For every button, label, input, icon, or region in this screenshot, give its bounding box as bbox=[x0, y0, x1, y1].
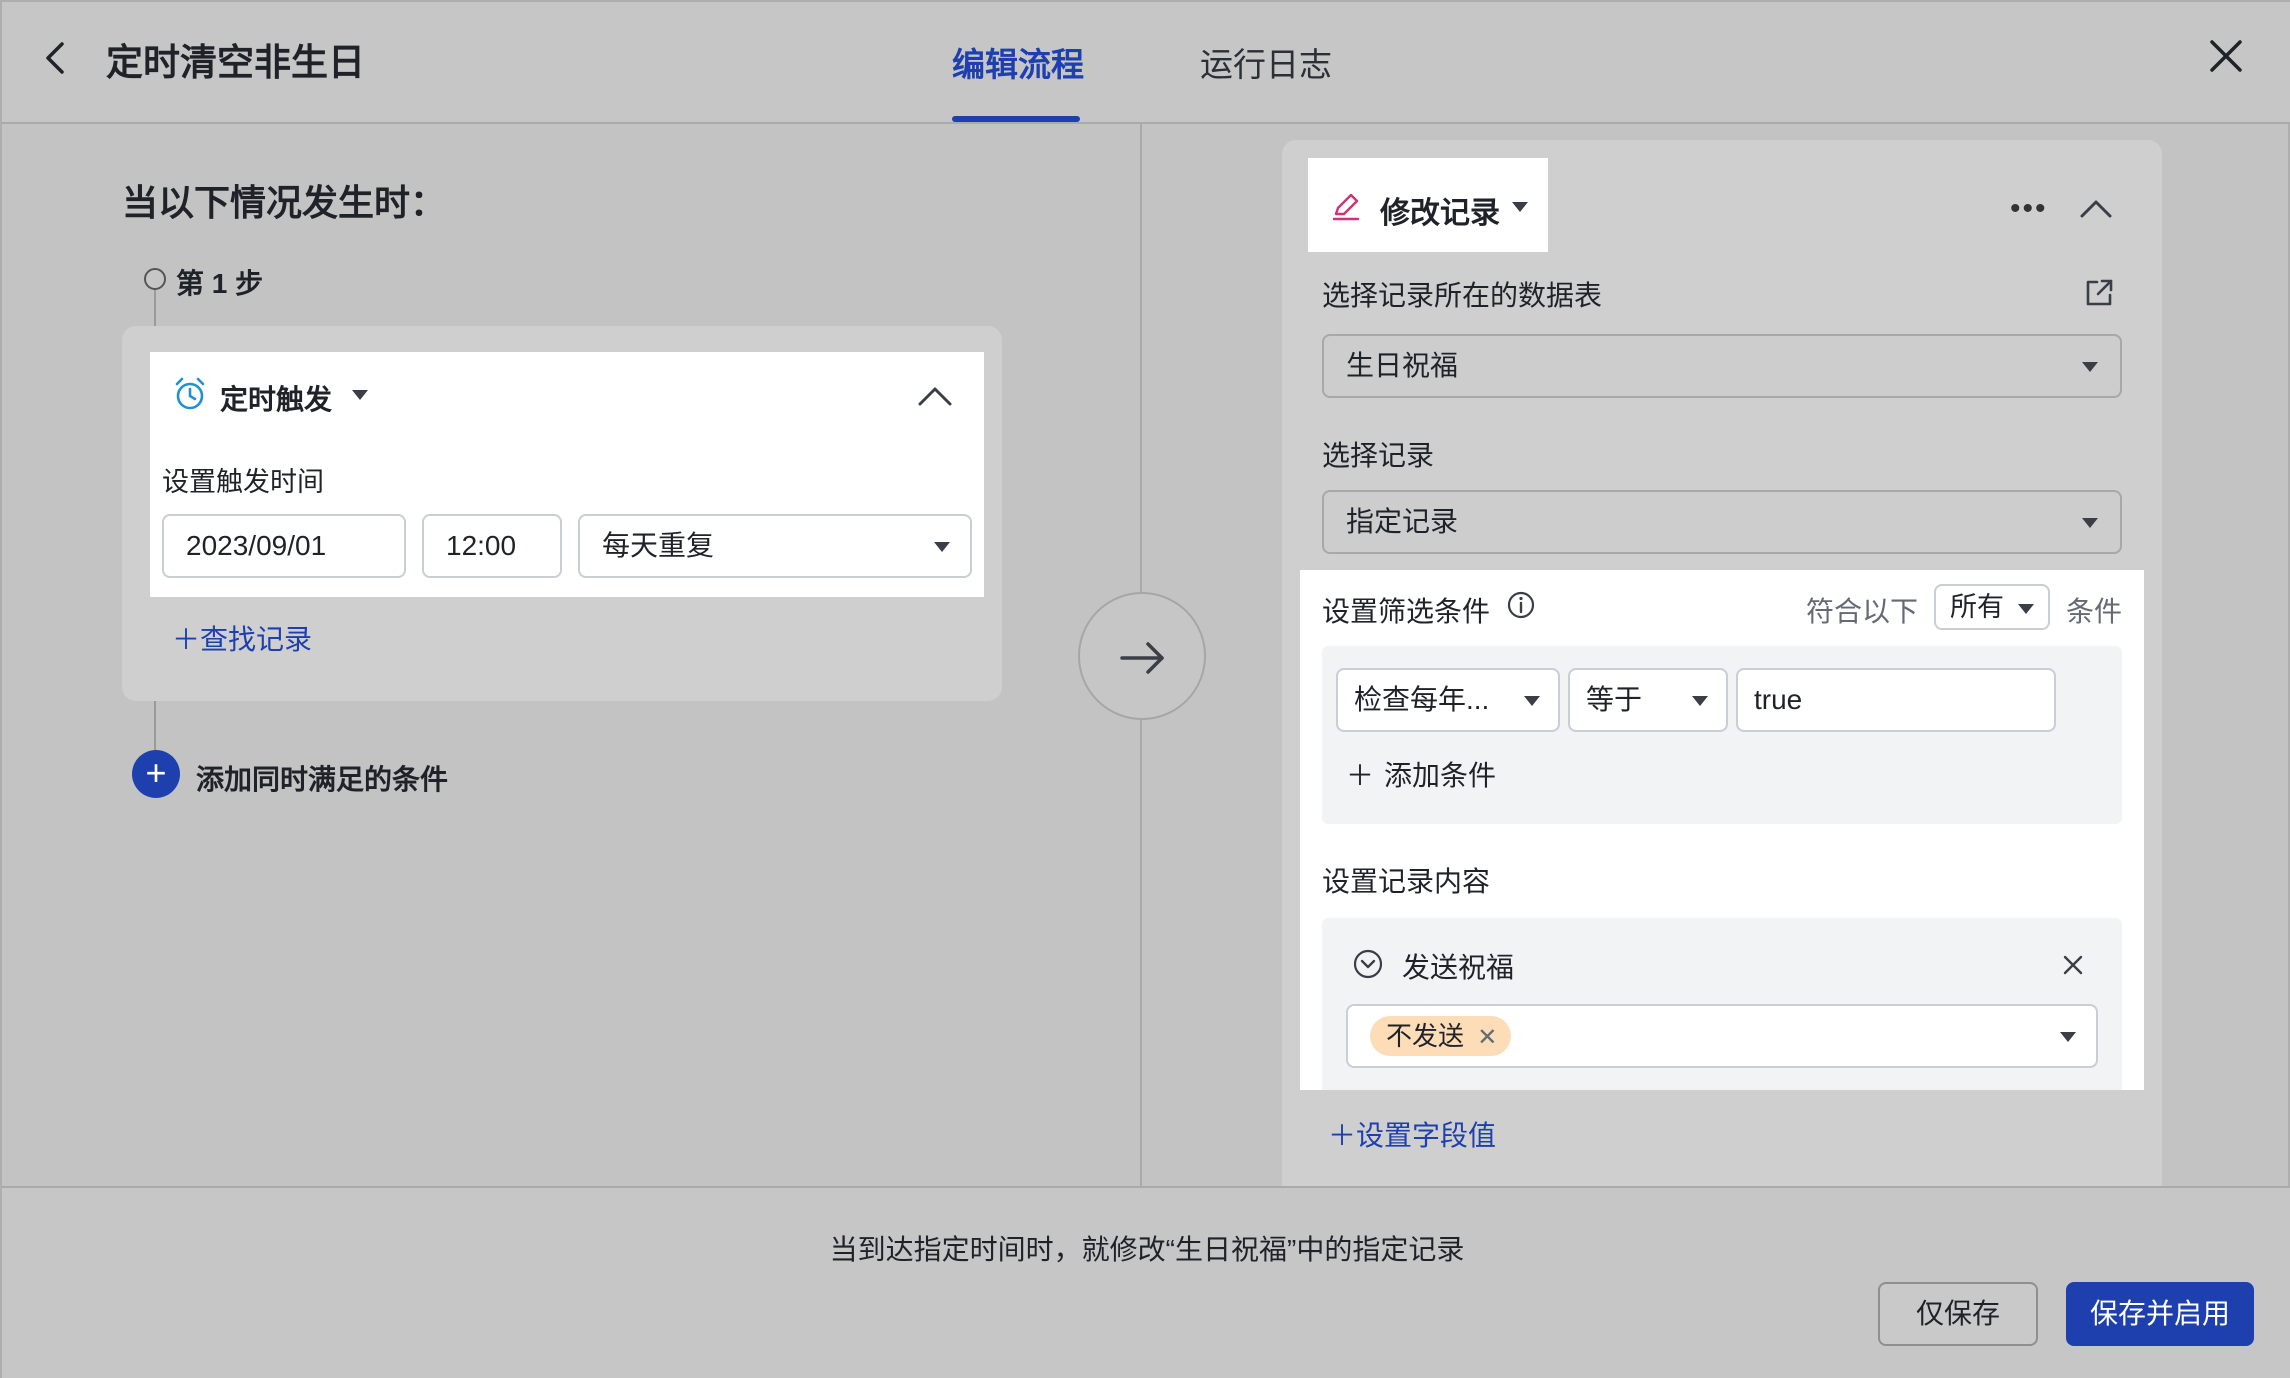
more-icon[interactable]: ••• bbox=[2010, 192, 2048, 226]
close-icon[interactable] bbox=[2206, 36, 2246, 76]
find-record-label: 查找记录 bbox=[200, 624, 313, 655]
find-record-button[interactable]: ＋查找记录 bbox=[172, 618, 312, 658]
arrow-right-icon bbox=[1120, 642, 1164, 674]
pencil-icon bbox=[1332, 193, 1360, 221]
match-suffix: 条件 bbox=[2066, 596, 2123, 627]
chevron-down-icon bbox=[934, 542, 950, 552]
tab-run-log[interactable]: 运行日志 bbox=[1200, 38, 1332, 86]
filter-and-content-section: 设置筛选条件 符合以下 所有 条件 检查每年... 等于 true ＋ 添加条件 bbox=[1300, 570, 2144, 1090]
flow-summary: 当到达指定时间时，就修改“生日祝福”中的指定记录 bbox=[829, 1234, 1465, 1265]
field-value-block: 发送祝福 不发送 ✕ bbox=[1322, 918, 2122, 1090]
table-select-value: 生日祝福 bbox=[1346, 350, 1459, 381]
chevron-down-circle-icon[interactable] bbox=[1352, 948, 1384, 980]
tab-edit-flow[interactable]: 编辑流程 bbox=[952, 38, 1084, 86]
close-small-icon[interactable] bbox=[2062, 954, 2084, 976]
chevron-down-icon bbox=[2018, 604, 2034, 614]
back-icon[interactable] bbox=[38, 38, 74, 78]
content-label: 设置记录内容 bbox=[1322, 866, 1491, 897]
add-condition-plus-icon[interactable]: + bbox=[132, 750, 180, 798]
chevron-up-icon[interactable] bbox=[916, 380, 954, 410]
action-type-label: 修改记录 bbox=[1380, 197, 1500, 230]
external-link-icon[interactable] bbox=[2082, 276, 2116, 310]
record-select[interactable]: 指定记录 bbox=[1322, 490, 2122, 554]
add-filter-condition-label: 添加条件 bbox=[1384, 760, 1497, 791]
condition-connector bbox=[154, 701, 156, 751]
trigger-type-dropdown-icon[interactable] bbox=[352, 390, 368, 400]
chevron-down-icon bbox=[1692, 696, 1708, 706]
trigger-time-label: 设置触发时间 bbox=[162, 467, 324, 497]
active-tab-indicator bbox=[952, 116, 1080, 122]
save-button[interactable]: 仅保存 bbox=[1878, 1282, 2038, 1346]
action-type-header[interactable]: 修改记录 bbox=[1308, 158, 1548, 252]
action-type-dropdown-icon bbox=[1512, 202, 1528, 212]
set-field-value-button[interactable]: ＋设置字段值 bbox=[1328, 1114, 1496, 1154]
trigger-type-label: 定时触发 bbox=[220, 384, 333, 415]
field-value-tag-label: 不发送 bbox=[1386, 1021, 1465, 1051]
record-select-value: 指定记录 bbox=[1346, 506, 1459, 537]
chevron-up-icon[interactable] bbox=[2078, 194, 2114, 222]
info-icon[interactable] bbox=[1506, 590, 1536, 620]
chevron-down-icon bbox=[2060, 1032, 2076, 1042]
save-and-enable-button[interactable]: 保存并启用 bbox=[2066, 1282, 2254, 1346]
chevron-down-icon bbox=[1524, 696, 1540, 706]
condition-field-select[interactable]: 检查每年... bbox=[1336, 668, 1560, 732]
trigger-heading: 当以下情况发生时： bbox=[122, 182, 447, 223]
step-connector bbox=[154, 290, 156, 326]
add-filter-condition-button[interactable]: ＋ 添加条件 bbox=[1346, 754, 1496, 794]
step-dot bbox=[144, 268, 166, 290]
match-mode-value: 所有 bbox=[1950, 592, 2004, 622]
chevron-down-icon bbox=[2082, 362, 2098, 372]
repeat-value: 每天重复 bbox=[602, 530, 715, 561]
trigger-config: 定时触发 设置触发时间 2023/09/01 12:00 每天重复 bbox=[150, 352, 984, 597]
plus-icon: ＋ bbox=[1328, 1120, 1357, 1151]
condition-value-input[interactable]: true bbox=[1736, 668, 2056, 732]
condition-operator-select[interactable]: 等于 bbox=[1568, 668, 1728, 732]
automation-dialog: 定时清空非生日 编辑流程 运行日志 当以下情况发生时： 第 1 步 定时触发 设… bbox=[0, 0, 2290, 1378]
dialog-header: 定时清空非生日 编辑流程 运行日志 bbox=[2, 2, 2290, 124]
field-value-tag: 不发送 ✕ bbox=[1370, 1016, 1512, 1056]
record-label: 选择记录 bbox=[1322, 440, 1435, 471]
field-value-select[interactable]: 不发送 ✕ bbox=[1346, 1004, 2098, 1068]
set-field-value-label: 设置字段值 bbox=[1356, 1120, 1497, 1151]
chevron-down-icon bbox=[2082, 518, 2098, 528]
field-name: 发送祝福 bbox=[1402, 952, 1515, 983]
page-title: 定时清空非生日 bbox=[106, 42, 365, 83]
plus-icon: ＋ bbox=[1346, 760, 1375, 791]
plus-icon: ＋ bbox=[172, 624, 201, 655]
time-input[interactable]: 12:00 bbox=[422, 514, 562, 578]
alarm-clock-icon bbox=[175, 377, 205, 410]
table-label: 选择记录所在的数据表 bbox=[1322, 280, 1603, 311]
date-input[interactable]: 2023/09/01 bbox=[162, 514, 406, 578]
filter-label: 设置筛选条件 bbox=[1322, 596, 1491, 627]
dialog-footer: 当到达指定时间时，就修改“生日祝福”中的指定记录 仅保存 保存并启用 bbox=[2, 1186, 2290, 1378]
step-label: 第 1 步 bbox=[176, 268, 264, 299]
condition-operator-value: 等于 bbox=[1586, 684, 1643, 715]
condition-field-value: 检查每年... bbox=[1354, 684, 1490, 715]
flow-arrow-button[interactable] bbox=[1078, 592, 1206, 720]
match-mode-select[interactable]: 所有 bbox=[1934, 584, 2050, 630]
table-select[interactable]: 生日祝福 bbox=[1322, 334, 2122, 398]
match-prefix: 符合以下 bbox=[1806, 596, 1919, 627]
add-condition-label[interactable]: 添加同时满足的条件 bbox=[196, 758, 448, 798]
repeat-select[interactable]: 每天重复 bbox=[578, 514, 972, 578]
condition-list: 检查每年... 等于 true ＋ 添加条件 bbox=[1322, 646, 2122, 824]
tag-remove-icon[interactable]: ✕ bbox=[1477, 1024, 1497, 1051]
